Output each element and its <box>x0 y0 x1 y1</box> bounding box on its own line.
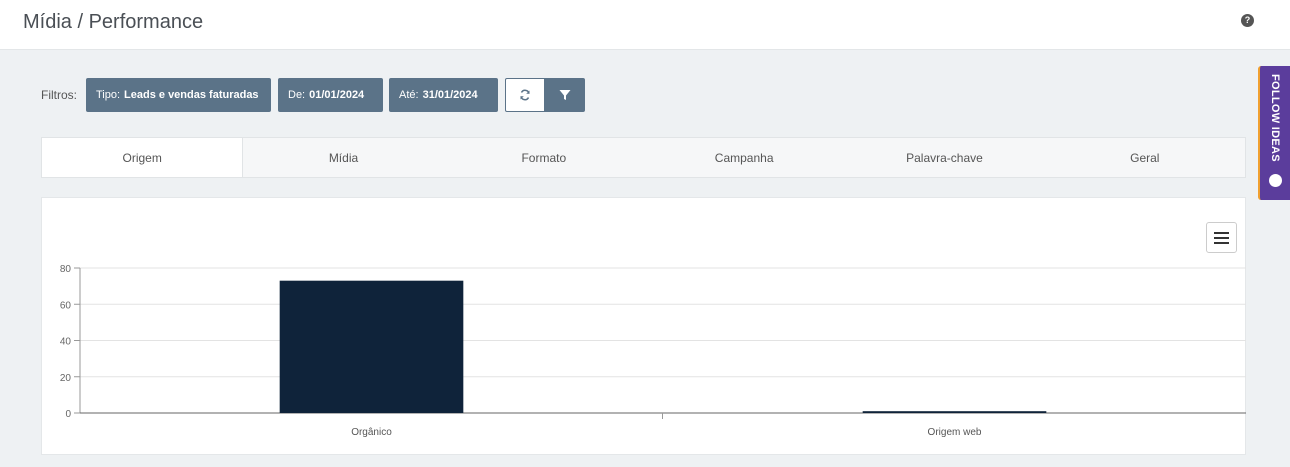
bar-chart: 0 20 40 60 80 Orgânico Origem web <box>60 264 1246 438</box>
chart-menu-button[interactable] <box>1206 222 1237 253</box>
hamburger-icon-line <box>1214 231 1229 234</box>
x-tick-label: Orgânico <box>351 427 392 438</box>
y-tick-label: 80 <box>60 264 72 275</box>
lightbulb-icon <box>1269 174 1282 187</box>
hamburger-icon-line <box>1214 241 1229 244</box>
y-tick-label: 0 <box>65 409 71 420</box>
y-tick-label: 40 <box>60 337 72 348</box>
bar-1 <box>279 280 464 413</box>
follow-ideas-side-tab[interactable]: FOLLOW IDEAS <box>1258 66 1290 200</box>
y-tick-label: 60 <box>60 300 72 311</box>
follow-ideas-label: FOLLOW IDEAS <box>1269 74 1281 162</box>
hamburger-icon-line <box>1214 236 1229 239</box>
bar-2 <box>862 411 1047 413</box>
y-tick-label: 20 <box>60 373 72 384</box>
x-tick-label: Origem web <box>928 427 982 438</box>
